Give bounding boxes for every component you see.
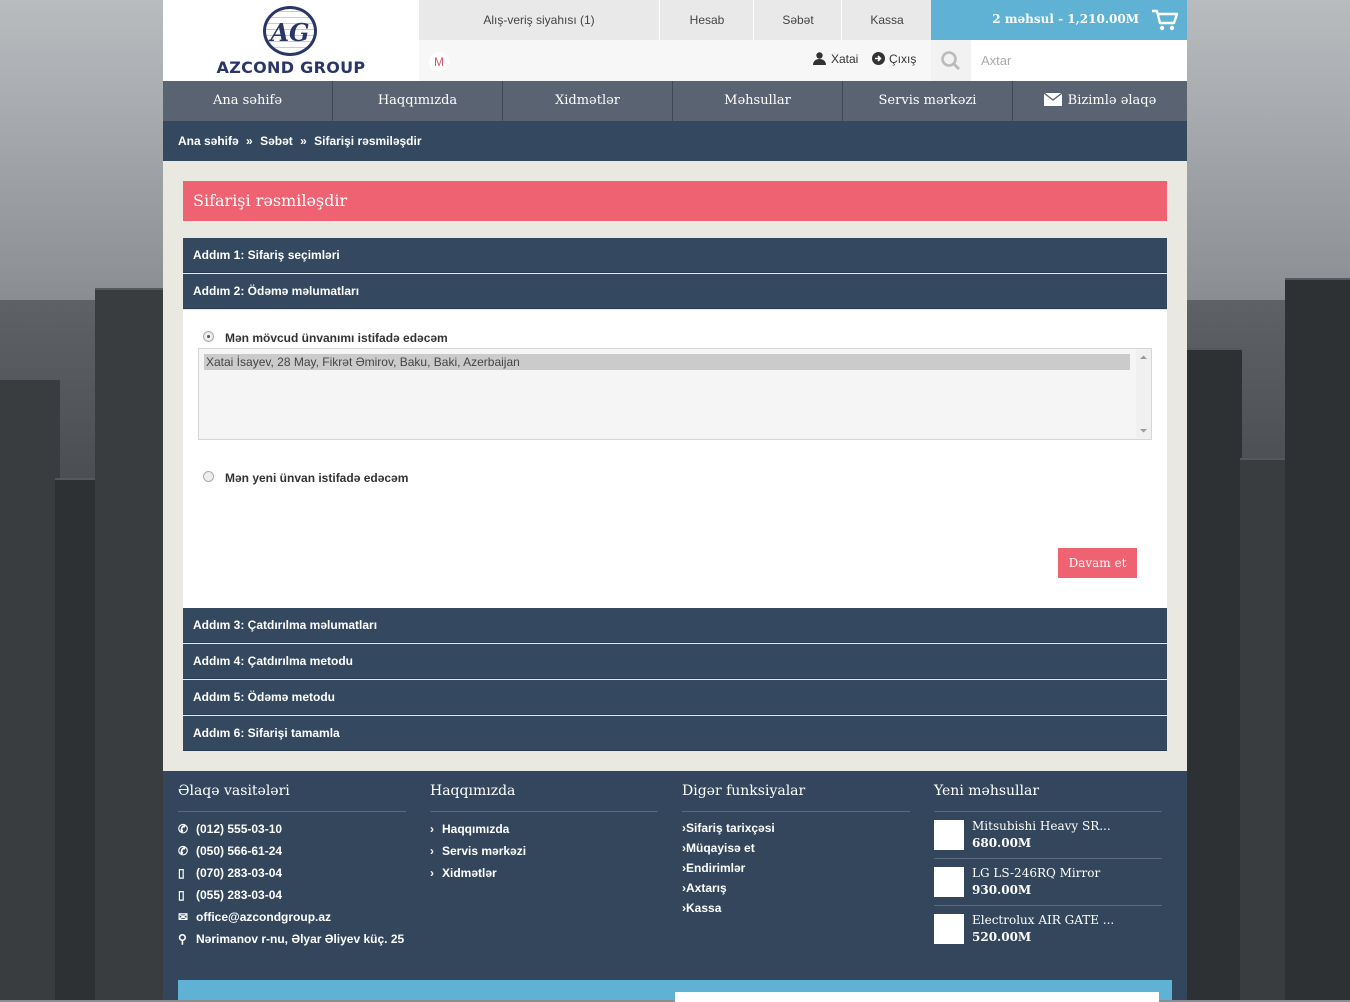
currency-switch[interactable]: M	[429, 52, 449, 72]
logo[interactable]: AG AZCOND GROUP	[163, 0, 419, 81]
newsletter-input[interactable]	[675, 992, 1159, 1002]
contact-mobile[interactable]: ▯ (055) 283-03-04	[178, 884, 406, 906]
site-footer: Əlaqə vasitələri ✆ (012) 555-03-10 ✆ (050)…	[163, 771, 1187, 1002]
phone-icon: ✆	[178, 822, 189, 836]
address-select[interactable]: Xatai İsayev, 28 May, Fikrət Əmirov, Bak…	[198, 348, 1152, 440]
user-icon	[813, 52, 826, 65]
nav-services[interactable]: Xidmətlər	[503, 81, 673, 121]
search-icon[interactable]	[931, 40, 971, 81]
continue-button[interactable]: Davam et	[1058, 548, 1137, 578]
existing-address-radio[interactable]	[203, 331, 214, 342]
location-icon: ⚲	[178, 932, 187, 946]
breadcrumb-cart[interactable]: Səbət	[260, 134, 293, 148]
cart-summary-text: 2 məhsul - 1,210.00M	[992, 12, 1139, 26]
step-header-1[interactable]: Addım 1: Sifariş seçimləri	[183, 238, 1167, 273]
step-header-5[interactable]: Addım 5: Ödəmə metodu	[183, 680, 1167, 715]
main-nav: Ana səhifə Haqqımızda Xidmətlər Məhsulla…	[163, 81, 1187, 121]
mobile-icon: ▯	[178, 888, 185, 902]
footer-link-about[interactable]: › Haqqımızda	[430, 818, 658, 840]
footer-link-search[interactable]: ›Axtarış	[682, 878, 910, 898]
step-header-2[interactable]: Addım 2: Ödəmə məlumatları	[183, 274, 1167, 309]
nav-products[interactable]: Məhsullar	[673, 81, 843, 121]
cart-link[interactable]: Səbət	[753, 0, 842, 40]
nav-about[interactable]: Haqqımızda	[333, 81, 503, 121]
logo-text: AZCOND GROUP	[216, 58, 366, 77]
step-header-4[interactable]: Addım 4: Çatdırılma metodu	[183, 644, 1167, 679]
footer-heading: Əlaqə vasitələri	[178, 771, 406, 812]
new-address-label: Mən yeni ünvan istifadə edəcəm	[225, 471, 409, 485]
breadcrumb-current[interactable]: Sifarişi rəsmiləşdir	[314, 134, 421, 148]
mail-icon: ✉	[178, 910, 189, 924]
globe-logo-icon: AG	[263, 6, 317, 56]
checkout-content: Sifarişi rəsmiləşdir Addım 1: Sifariş se…	[163, 161, 1187, 771]
envelope-icon	[1043, 92, 1063, 106]
existing-address-label: Mən mövcud ünvanımı istifadə edəcəm	[225, 331, 448, 345]
newsletter-bar	[178, 980, 1172, 1002]
contact-phone[interactable]: ✆ (012) 555-03-10	[178, 818, 406, 840]
scroll-up-icon	[1140, 355, 1147, 359]
breadcrumb-separator: »	[246, 134, 253, 148]
product-price: 680.00M	[972, 836, 1032, 850]
account-link[interactable]: Hesab	[659, 0, 754, 40]
product-thumbnail[interactable]	[934, 914, 964, 944]
new-product-item[interactable]: LG LS-246RQ Mirror 930.00M	[934, 859, 1162, 906]
footer-heading: Yeni məhsullar	[934, 771, 1162, 812]
product-name[interactable]: Mitsubishi Heavy SR...	[972, 819, 1111, 833]
footer-link-compare[interactable]: ›Müqayisə et	[682, 838, 910, 858]
address-option[interactable]: Xatai İsayev, 28 May, Fikrət Əmirov, Bak…	[204, 354, 1130, 370]
page-title: Sifarişi rəsmiləşdir	[183, 181, 1167, 221]
checkout-link[interactable]: Kassa	[841, 0, 932, 40]
footer-contacts: Əlaqə vasitələri ✆ (012) 555-03-10 ✆ (050)…	[178, 771, 406, 950]
product-price: 520.00M	[972, 930, 1032, 944]
new-product-item[interactable]: Electrolux AIR GATE ... 520.00M	[934, 906, 1162, 952]
footer-other: Digər funksiyalar ›Sifariş tarixçəsi ›Mü…	[682, 771, 910, 918]
user-link[interactable]: Xatai	[813, 52, 858, 66]
contact-phone[interactable]: ✆ (050) 566-61-24	[178, 840, 406, 862]
step-header-6[interactable]: Addım 6: Sifarişi tamamla	[183, 716, 1167, 751]
logout-link[interactable]: Çıxış	[872, 52, 916, 66]
footer-heading: Haqqımızda	[430, 771, 658, 812]
chevron-right-icon: ›	[430, 822, 434, 836]
new-address-radio[interactable]	[203, 471, 214, 482]
product-name[interactable]: Electrolux AIR GATE ...	[972, 913, 1114, 927]
shopping-cart-icon	[1152, 9, 1179, 31]
contact-mobile[interactable]: ▯ (070) 283-03-04	[178, 862, 406, 884]
mobile-icon: ▯	[178, 866, 185, 880]
search-box	[931, 40, 1187, 81]
footer-link-checkout[interactable]: ›Kassa	[682, 898, 910, 918]
logout-icon	[872, 52, 885, 65]
breadcrumb-home[interactable]: Ana səhifə	[178, 134, 239, 148]
search-input[interactable]	[971, 40, 1185, 81]
footer-link-service-center[interactable]: › Servis mərkəzi	[430, 840, 658, 862]
breadcrumb-separator: »	[300, 134, 307, 148]
step-header-3[interactable]: Addım 3: Çatdırılma məlumatları	[183, 608, 1167, 643]
contact-address: ⚲ Nərimanov r-nu, Əlyar Əliyev küç. 25	[178, 928, 406, 950]
product-thumbnail[interactable]	[934, 867, 964, 897]
wishlist-link[interactable]: Alış-veriş siyahısı (1)	[419, 0, 659, 40]
footer-new-products: Yeni məhsullar Mitsubishi Heavy SR... 68…	[934, 771, 1162, 952]
chevron-right-icon: ›	[430, 844, 434, 858]
product-name[interactable]: LG LS-246RQ Mirror	[972, 866, 1100, 880]
footer-link-services[interactable]: › Xidmətlər	[430, 862, 658, 884]
nav-contact[interactable]: Bizimlə əlaqə	[1013, 81, 1187, 121]
footer-link-specials[interactable]: ›Endirimlər	[682, 858, 910, 878]
phone-icon: ✆	[178, 844, 189, 858]
cart-summary[interactable]: 2 məhsul - 1,210.00M	[931, 0, 1187, 40]
breadcrumb: Ana səhifə » Səbət » Sifarişi rəsmiləşdi…	[163, 121, 1187, 161]
scroll-down-icon	[1140, 429, 1147, 433]
contact-email[interactable]: ✉ office@azcondgroup.az	[178, 906, 406, 928]
footer-heading: Digər funksiyalar	[682, 771, 910, 812]
product-thumbnail[interactable]	[934, 820, 964, 850]
nav-service-center[interactable]: Servis mərkəzi	[843, 81, 1013, 121]
footer-about: Haqqımızda › Haqqımızda › Servis mərkəzi ›…	[430, 771, 658, 884]
address-scrollbar[interactable]	[1136, 349, 1151, 439]
site-header: AG AZCOND GROUP Alış-veriş siyahısı (1) …	[163, 0, 1187, 81]
chevron-right-icon: ›	[430, 866, 434, 880]
payment-details-panel: Mən mövcud ünvanımı istifadə edəcəm Xata…	[183, 310, 1167, 608]
nav-home[interactable]: Ana səhifə	[163, 81, 333, 121]
top-links: Alış-veriş siyahısı (1) Hesab Səbət Kass…	[419, 0, 931, 40]
product-price: 930.00M	[972, 883, 1032, 897]
new-product-item[interactable]: Mitsubishi Heavy SR... 680.00M	[934, 812, 1162, 859]
footer-link-order-history[interactable]: ›Sifariş tarixçəsi	[682, 818, 910, 838]
